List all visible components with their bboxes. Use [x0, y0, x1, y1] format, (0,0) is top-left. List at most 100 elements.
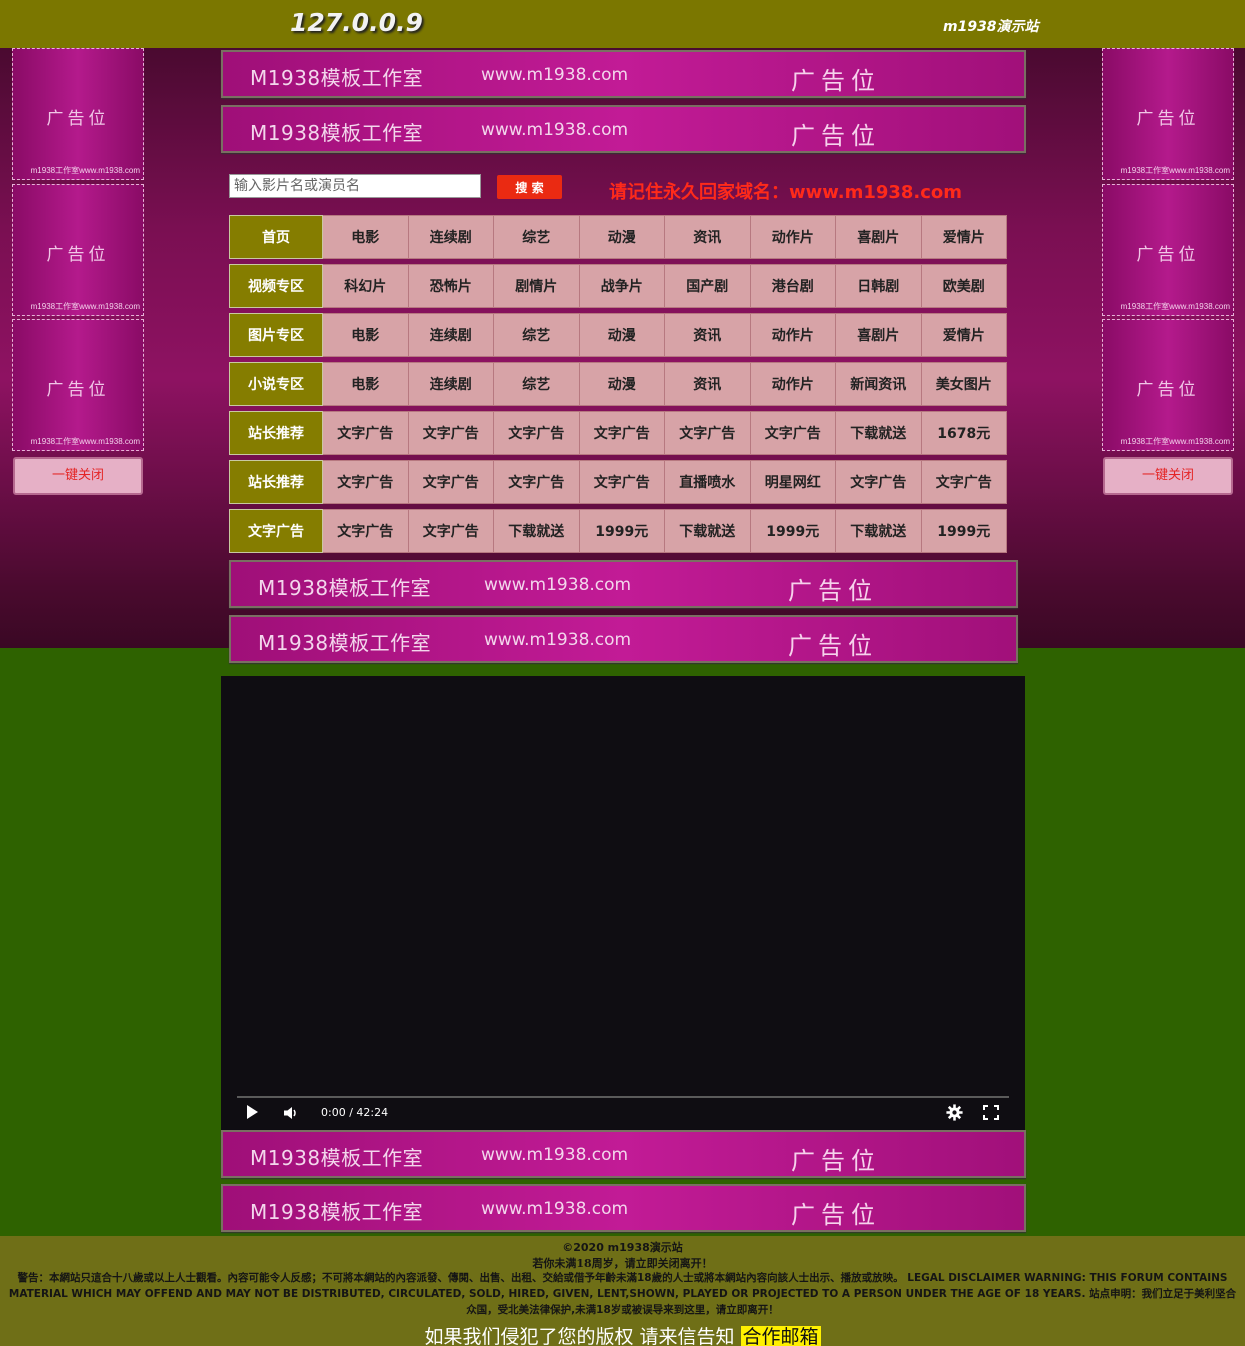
- search-button[interactable]: 搜 索: [497, 175, 562, 199]
- nav-link[interactable]: 喜剧片: [836, 313, 922, 357]
- nav-link[interactable]: 恐怖片: [408, 264, 494, 308]
- banner-studio: M1938模板工作室: [250, 121, 424, 145]
- banner-url: www.m1938.com: [481, 120, 629, 140]
- nav-link[interactable]: 下载就送: [836, 411, 922, 455]
- nav-row-head[interactable]: 文字广告: [229, 509, 323, 553]
- video-player[interactable]: 0:00 / 42:24: [221, 676, 1025, 1130]
- left-side-ad-3[interactable]: 广告位 m1938工作室www.m1938.com: [12, 319, 144, 451]
- nav-link[interactable]: 1999元: [921, 509, 1007, 553]
- nav-link[interactable]: 电影: [323, 215, 409, 259]
- banner-ad-bottom-2[interactable]: M1938模板工作室 www.m1938.com 广告位: [221, 1184, 1026, 1232]
- nav-link[interactable]: 下载就送: [665, 509, 751, 553]
- nav-link[interactable]: 文字广告: [323, 411, 409, 455]
- nav-link[interactable]: 综艺: [494, 362, 580, 406]
- nav-link[interactable]: 文字广告: [921, 460, 1007, 504]
- banner-slot: 广告位: [791, 1201, 881, 1229]
- nav-link[interactable]: 喜剧片: [836, 215, 922, 259]
- nav-link[interactable]: 动作片: [750, 313, 836, 357]
- nav-link[interactable]: 下载就送: [494, 509, 580, 553]
- left-side-ad-1[interactable]: 广告位 m1938工作室www.m1938.com: [12, 48, 144, 180]
- banner-ad-top-1[interactable]: M1938模板工作室 www.m1938.com 广告位: [221, 50, 1026, 98]
- nav-link[interactable]: 明星网红: [750, 460, 836, 504]
- nav-link[interactable]: 1999元: [579, 509, 665, 553]
- nav-link[interactable]: 战争片: [579, 264, 665, 308]
- banner-ad-top-2[interactable]: M1938模板工作室 www.m1938.com 广告位: [221, 105, 1026, 153]
- nav-link[interactable]: 文字广告: [494, 460, 580, 504]
- nav-link[interactable]: 港台剧: [750, 264, 836, 308]
- nav-link[interactable]: 文字广告: [323, 460, 409, 504]
- nav-link[interactable]: 科幻片: [323, 264, 409, 308]
- nav-link[interactable]: 文字广告: [836, 460, 922, 504]
- nav-link[interactable]: 文字广告: [408, 509, 494, 553]
- contact-mail-link[interactable]: 合作邮箱: [740, 1326, 821, 1346]
- nav-link[interactable]: 1999元: [750, 509, 836, 553]
- banner-ad-mid-1[interactable]: M1938模板工作室 www.m1938.com 广告位: [229, 560, 1018, 608]
- search-input[interactable]: [229, 174, 481, 198]
- right-side-ad-1[interactable]: 广告位 m1938工作室www.m1938.com: [1102, 48, 1234, 180]
- nav-link[interactable]: 新闻资讯: [836, 362, 922, 406]
- nav-link[interactable]: 直播喷水: [665, 460, 751, 504]
- nav-link[interactable]: 文字广告: [665, 411, 751, 455]
- nav-link[interactable]: 连续剧: [408, 362, 494, 406]
- nav-row: 图片专区 电影 连续剧 综艺 动漫 资讯 动作片 喜剧片 爱情片: [229, 313, 1007, 357]
- nav-row-head[interactable]: 小说专区: [229, 362, 323, 406]
- nav-row-head[interactable]: 视频专区: [229, 264, 323, 308]
- fullscreen-icon[interactable]: [983, 1105, 999, 1124]
- site-name[interactable]: m1938演示站: [943, 16, 1039, 36]
- nav-link[interactable]: 电影: [323, 313, 409, 357]
- left-close-ads-button[interactable]: 一键关闭: [13, 457, 143, 495]
- nav-link[interactable]: 欧美剧: [921, 264, 1007, 308]
- right-side-ad-3[interactable]: 广告位 m1938工作室www.m1938.com: [1102, 319, 1234, 451]
- video-progress-bar[interactable]: [237, 1096, 1009, 1098]
- nav-link[interactable]: 文字广告: [750, 411, 836, 455]
- nav-link[interactable]: 连续剧: [408, 215, 494, 259]
- nav-link[interactable]: 文字广告: [494, 411, 580, 455]
- nav-link[interactable]: 资讯: [665, 313, 751, 357]
- banner-slot: 广告位: [791, 1147, 881, 1175]
- footer-copyright-notice: 如果我们侵犯了您的版权 请来信告知 合作邮箱: [0, 1322, 1245, 1346]
- nav-link[interactable]: 文字广告: [579, 411, 665, 455]
- site-host[interactable]: 127.0.0.9: [290, 8, 423, 37]
- side-ad-url: m1938工作室www.m1938.com: [30, 166, 140, 175]
- banner-ad-bottom-1[interactable]: M1938模板工作室 www.m1938.com 广告位: [221, 1130, 1026, 1178]
- nav-row-head[interactable]: 站长推荐: [229, 460, 323, 504]
- banner-slot: 广告位: [791, 67, 881, 95]
- nav-link[interactable]: 资讯: [665, 215, 751, 259]
- nav-link[interactable]: 1678元: [921, 411, 1007, 455]
- nav-link[interactable]: 下载就送: [836, 509, 922, 553]
- nav-link[interactable]: 美女图片: [921, 362, 1007, 406]
- side-ad-label: 广告位: [1136, 109, 1200, 129]
- nav-link[interactable]: 综艺: [494, 215, 580, 259]
- banner-ad-mid-2[interactable]: M1938模板工作室 www.m1938.com 广告位: [229, 615, 1018, 663]
- nav-link[interactable]: 文字广告: [408, 411, 494, 455]
- nav-link[interactable]: 文字广告: [323, 509, 409, 553]
- nav-link[interactable]: 文字广告: [408, 460, 494, 504]
- nav-row-head[interactable]: 首页: [229, 215, 323, 259]
- nav-link[interactable]: 剧情片: [494, 264, 580, 308]
- nav-link[interactable]: 动漫: [579, 215, 665, 259]
- nav-link[interactable]: 文字广告: [579, 460, 665, 504]
- nav-link[interactable]: 电影: [323, 362, 409, 406]
- settings-gear-icon[interactable]: [946, 1104, 963, 1125]
- nav-link[interactable]: 爱情片: [921, 313, 1007, 357]
- right-close-ads-button[interactable]: 一键关闭: [1103, 457, 1233, 495]
- side-ad-label: 广告位: [1136, 245, 1200, 265]
- nav-link[interactable]: 资讯: [665, 362, 751, 406]
- nav-link[interactable]: 动作片: [750, 362, 836, 406]
- nav-link[interactable]: 日韩剧: [836, 264, 922, 308]
- volume-icon[interactable]: [283, 1105, 299, 1124]
- play-icon[interactable]: [245, 1104, 259, 1124]
- left-side-ad-2[interactable]: 广告位 m1938工作室www.m1938.com: [12, 184, 144, 316]
- nav-link[interactable]: 爱情片: [921, 215, 1007, 259]
- right-side-ad-2[interactable]: 广告位 m1938工作室www.m1938.com: [1102, 184, 1234, 316]
- nav-link[interactable]: 国产剧: [665, 264, 751, 308]
- footer-disclaimer: 警告：本網站只這合十八歲或以上人士觀看。內容可能令人反感；不可將本網站的內容派發…: [8, 1272, 1237, 1316]
- nav-row-head[interactable]: 图片专区: [229, 313, 323, 357]
- nav-row: 视频专区 科幻片 恐怖片 剧情片 战争片 国产剧 港台剧 日韩剧 欧美剧: [229, 264, 1007, 308]
- nav-link[interactable]: 动作片: [750, 215, 836, 259]
- nav-link[interactable]: 动漫: [579, 362, 665, 406]
- nav-row-head[interactable]: 站长推荐: [229, 411, 323, 455]
- nav-link[interactable]: 动漫: [579, 313, 665, 357]
- nav-link[interactable]: 连续剧: [408, 313, 494, 357]
- nav-link[interactable]: 综艺: [494, 313, 580, 357]
